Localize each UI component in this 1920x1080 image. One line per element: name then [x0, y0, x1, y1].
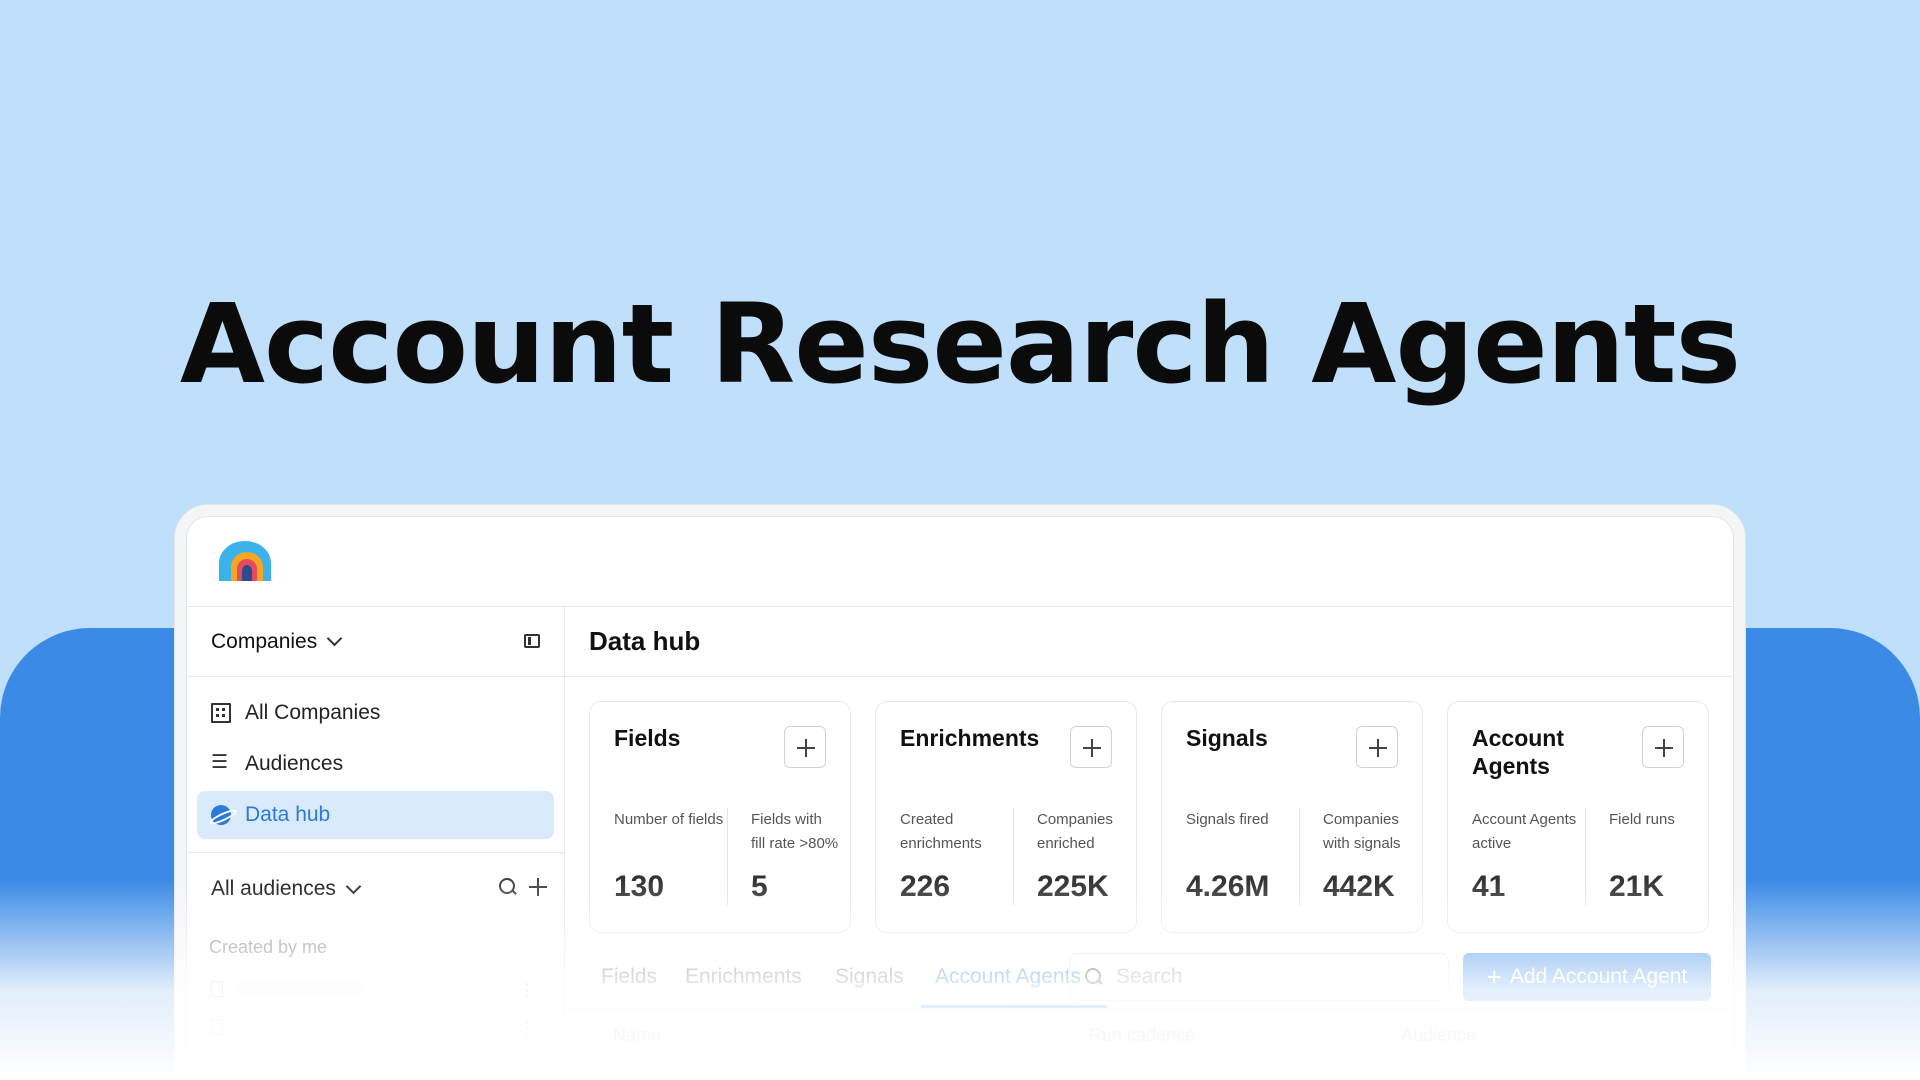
sidebar-item-data-hub[interactable]: Data hub: [197, 791, 554, 839]
search-icon[interactable]: [498, 877, 518, 897]
card-account-agents: Account Agents Account Agents active 41 F…: [1447, 701, 1709, 933]
main-content: Data hub Fields Number of fields 130 Fiel…: [565, 607, 1733, 1080]
add-signal-button[interactable]: [1356, 726, 1398, 768]
card-title: Enrichments: [900, 725, 1040, 751]
card-enrichments: Enrichments Created enrichments 226 Compa…: [875, 701, 1137, 933]
active-tab-indicator: [921, 1005, 1107, 1008]
page-title: Data hub: [565, 607, 1733, 677]
sidebar-item-label: Audiences: [245, 752, 344, 775]
summary-cards: Fields Number of fields 130 Fields with f…: [565, 677, 1733, 933]
tab-account-agents[interactable]: Account Agents: [935, 965, 1081, 989]
tab-enrichments[interactable]: Enrichments: [685, 965, 802, 989]
sidebar-nav: All Companies Audiences Data hub: [187, 677, 564, 853]
add-account-agent-label: Add Account Agent: [1509, 965, 1688, 988]
building-icon: [211, 703, 231, 723]
sidebar-item-audiences[interactable]: Audiences: [197, 740, 554, 788]
chevron-down-icon[interactable]: [345, 878, 362, 894]
skeleton-bar: [239, 980, 363, 998]
card-title: Fields: [614, 725, 681, 751]
add-field-button[interactable]: [784, 726, 826, 768]
add-enrichment-button[interactable]: [1070, 726, 1112, 768]
list-icon: [211, 751, 231, 774]
add-account-agent-card-button[interactable]: [1642, 726, 1684, 768]
more-icon[interactable]: ⋮: [518, 980, 536, 1001]
add-account-agent-button[interactable]: + Add Account Agent: [1463, 953, 1711, 1001]
hero-title: Account Research Agents: [179, 280, 1741, 408]
card-signals: Signals Signals fired 4.26M Companies wit…: [1161, 701, 1423, 933]
stat-value: 21K: [1609, 870, 1665, 903]
tab-fields[interactable]: Fields: [601, 965, 657, 989]
sidebar-item-all-companies[interactable]: All Companies: [197, 689, 554, 737]
stat-value: 4.26M: [1186, 870, 1270, 903]
sidebar-item-label: All Companies: [245, 701, 381, 724]
list-item[interactable]: ⋮: [187, 1008, 564, 1046]
stat-value: 226: [900, 870, 951, 903]
planet-icon: [211, 805, 231, 825]
audiences-header: All audiences: [187, 853, 564, 925]
tab-bar: Fields Enrichments Signals Account Agent…: [565, 945, 1733, 1009]
column-header-name[interactable]: Name: [613, 1025, 661, 1046]
card-title: Signals: [1186, 725, 1268, 751]
stat-label: Signals fired: [1186, 811, 1269, 828]
stat-label: Number of fields: [614, 811, 724, 828]
stat-value: 130: [614, 870, 665, 903]
stat-value: 442K: [1323, 870, 1395, 903]
card-fields: Fields Number of fields 130 Fields with f…: [589, 701, 851, 933]
column-header-audience[interactable]: Audience: [1401, 1025, 1476, 1046]
sidebar-item-label: Data hub: [245, 803, 331, 826]
chevron-down-icon[interactable]: [326, 630, 343, 647]
app-logo[interactable]: [217, 537, 277, 585]
companies-selector[interactable]: Companies: [211, 630, 317, 654]
sidebar-collapse-icon[interactable]: [524, 634, 540, 648]
list-item[interactable]: ⋮: [187, 970, 564, 1008]
created-by-me-label: Created by me: [209, 937, 328, 957]
sidebar: Companies All Companies Audiences Data h…: [187, 607, 565, 1080]
sidebar-header: Companies: [187, 607, 564, 677]
search-field[interactable]: [1069, 953, 1449, 1001]
stat-value: 5: [751, 870, 768, 903]
stat-label: Account Agents active: [1472, 811, 1577, 852]
document-icon: [211, 981, 223, 997]
table-header: Name Run cadence Audience: [565, 1009, 1733, 1059]
column-header-run-cadence[interactable]: Run cadence: [1089, 1025, 1195, 1046]
card-title: Account Agents: [1472, 725, 1564, 779]
stat-value: 225K: [1037, 870, 1109, 903]
more-icon[interactable]: ⋮: [518, 1018, 536, 1039]
stat-label: Created enrichments: [900, 811, 982, 852]
top-bar: [187, 517, 1733, 607]
document-icon: [211, 1019, 223, 1035]
stat-label: Field runs: [1609, 811, 1675, 828]
plus-icon: +: [1486, 961, 1502, 992]
tab-signals[interactable]: Signals: [835, 965, 904, 989]
stat-label: Fields with fill rate >80%: [751, 811, 839, 852]
search-input[interactable]: [1116, 965, 1416, 989]
skeleton-bar: [239, 1018, 439, 1036]
audiences-selector[interactable]: All audiences: [211, 877, 336, 901]
stat-label: Companies enriched: [1037, 811, 1113, 852]
stat-value: 41: [1472, 870, 1506, 903]
search-icon: [1084, 967, 1104, 987]
app-window: Companies All Companies Audiences Data h…: [186, 516, 1734, 1080]
stat-label: Companies with signals: [1323, 811, 1401, 852]
add-audience-icon[interactable]: [528, 877, 548, 897]
